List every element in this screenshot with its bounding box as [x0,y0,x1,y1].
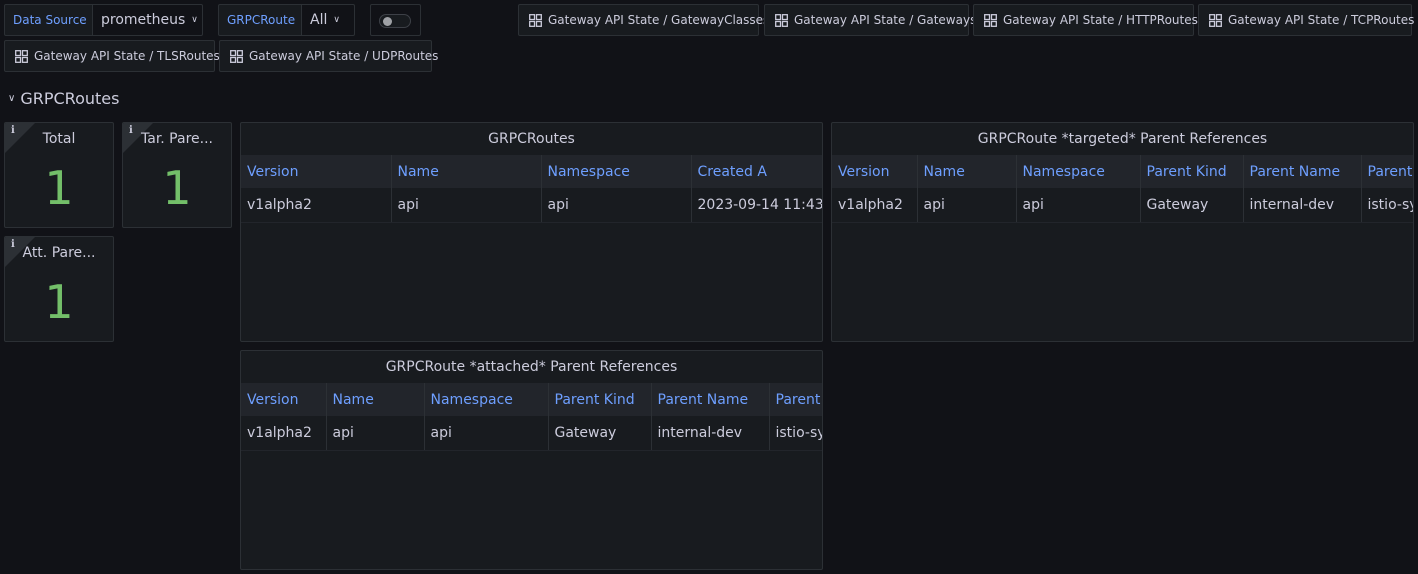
table-cell: api [326,416,425,451]
table-row[interactable]: v1alpha2 api api Gateway internal-dev is… [832,188,1413,223]
column-header[interactable]: Name [326,383,425,416]
column-header[interactable]: Created A [691,155,822,188]
toggle-knob [383,17,392,26]
dashboard-grid-icon [775,13,788,27]
table-cell: api [424,416,549,451]
table-header-row: Version Name Namespace Created A [241,155,822,188]
grpcroutes-table: Version Name Namespace Created A v1alpha… [241,155,822,223]
link-gateways[interactable]: Gateway API State / Gateways [764,4,976,36]
stat-panel-targeted[interactable]: i Tar. Pare... 1 [122,122,232,228]
targeted-parents-table: Version Name Namespace Parent Kind Paren… [832,155,1413,223]
link-label: Gateway API State / GatewayClasses [548,13,770,27]
grpcroute-label: GRPCRoute [218,4,305,36]
table-panel-targeted-parents[interactable]: GRPCRoute *targeted* Parent References V… [831,122,1414,342]
panel-title: GRPCRoute *attached* Parent References [385,359,678,375]
panel-title: GRPCRoutes [488,131,575,147]
toggle-switch[interactable] [370,4,421,36]
grpcroute-select[interactable]: All ∨ [301,4,355,36]
panel-title: Tar. Pare... [141,131,213,147]
datasource-value: prometheus [101,12,186,28]
toggle-track [379,14,411,28]
table-panel-attached-parents[interactable]: GRPCRoute *attached* Parent References V… [240,350,823,570]
dashboard-grid-icon [1209,13,1222,27]
table-cell: internal-dev [651,416,770,451]
table-cell: internal-dev [1243,188,1362,223]
dashboard-grid-icon [230,49,243,63]
table-cell: v1alpha2 [241,416,327,451]
dashboard-grid-icon [984,13,997,27]
grpcroute-value: All [310,12,328,28]
panel-title: Total [42,131,76,147]
link-udproutes[interactable]: Gateway API State / UDPRoutes [219,40,438,72]
table-header-row: Version Name Namespace Parent Kind Paren… [241,383,822,416]
table-cell: v1alpha2 [241,188,392,223]
table-cell: v1alpha2 [832,188,918,223]
chevron-down-icon: ∨ [8,92,16,104]
datasource-label: Data Source [4,4,96,36]
column-header[interactable]: Parent I [769,383,822,416]
chevron-down-icon: ∨ [333,15,340,25]
link-label: Gateway API State / TLSRoutes [34,49,220,63]
table-cell: istio-sys [769,416,822,451]
chevron-down-icon: ∨ [191,15,198,25]
link-label: Gateway API State / Gateways [794,13,977,27]
panel-title: GRPCRoute *targeted* Parent References [977,131,1268,147]
column-header[interactable]: Name [391,155,542,188]
row-title: GRPCRoutes [20,88,120,108]
column-header[interactable]: Version [241,155,392,188]
dashboard-grid-icon [15,49,28,63]
table-cell: Gateway [548,416,652,451]
table-panel-grpcroutes[interactable]: GRPCRoutes Version Name Namespace Create… [240,122,823,342]
table-row[interactable]: v1alpha2 api api 2023-09-14 11:43:... [241,188,822,223]
stat-value: 1 [162,161,192,215]
table-cell: api [541,188,692,223]
stat-panel-attached[interactable]: i Att. Pare... 1 [4,236,114,342]
table-cell: 2023-09-14 11:43:... [691,188,822,223]
link-tcproutes[interactable]: Gateway API State / TCPRoutes [1198,4,1415,36]
table-cell: api [917,188,1017,223]
link-gatewayclasses[interactable]: Gateway API State / GatewayClasses [518,4,769,36]
link-label: Gateway API State / HTTPRoutes [1003,13,1198,27]
stat-panel-total[interactable]: i Total 1 [4,122,114,228]
panel-title: Att. Pare... [22,245,96,261]
column-header[interactable]: Version [241,383,327,416]
column-header[interactable]: Parent Kind [548,383,652,416]
table-cell: api [391,188,542,223]
datasource-select[interactable]: prometheus ∨ [92,4,203,36]
column-header[interactable]: Namespace [424,383,549,416]
link-label: Gateway API State / TCPRoutes [1228,13,1415,27]
column-header[interactable]: Parent Kind [1140,155,1244,188]
table-cell: istio-sys [1361,188,1413,223]
table-header-row: Version Name Namespace Parent Kind Paren… [832,155,1413,188]
column-header[interactable]: Parent Name [651,383,770,416]
table-row[interactable]: v1alpha2 api api Gateway internal-dev is… [241,416,822,451]
column-header[interactable]: Namespace [541,155,692,188]
link-label: Gateway API State / UDPRoutes [249,49,439,63]
column-header[interactable]: Parent Name [1243,155,1362,188]
attached-parents-table: Version Name Namespace Parent Kind Paren… [241,383,822,451]
table-cell: api [1016,188,1141,223]
dashboard-grid-icon [529,13,542,27]
link-tlsroutes[interactable]: Gateway API State / TLSRoutes [4,40,220,72]
column-header[interactable]: Namespace [1016,155,1141,188]
column-header[interactable]: Version [832,155,918,188]
column-header[interactable]: Name [917,155,1017,188]
link-httproutes[interactable]: Gateway API State / HTTPRoutes [973,4,1198,36]
column-header[interactable]: Parent I [1361,155,1413,188]
stat-value: 1 [44,275,74,329]
table-cell: Gateway [1140,188,1244,223]
row-header-grpcroutes[interactable]: ∨ GRPCRoutes [8,88,119,108]
stat-value: 1 [44,161,74,215]
